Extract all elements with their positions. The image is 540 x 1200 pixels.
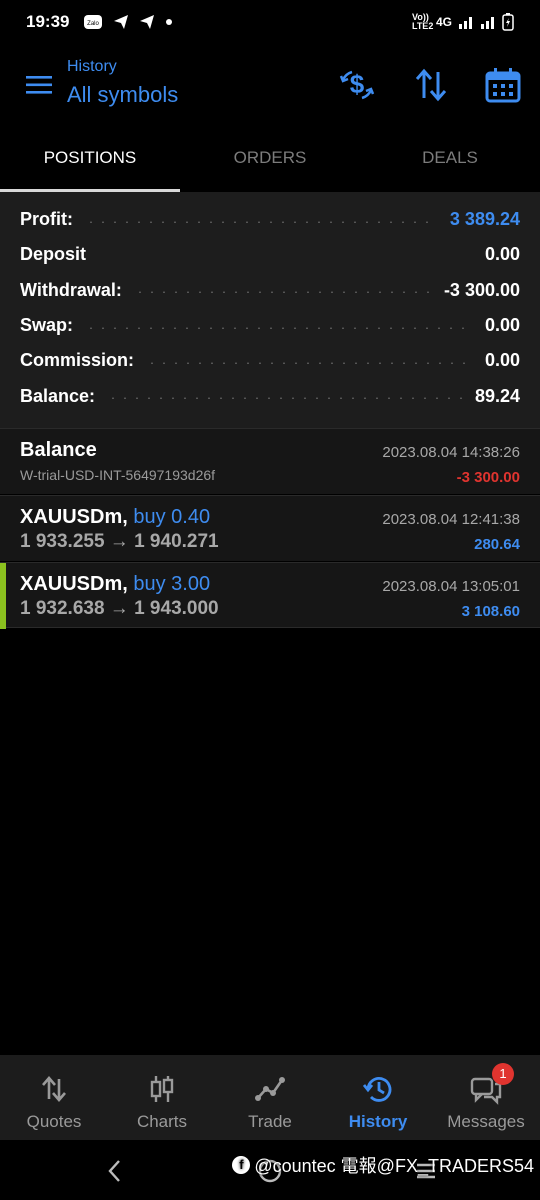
position-profit: 3 108.60 <box>461 603 520 620</box>
zalo-icon: Zalo <box>84 15 103 29</box>
dot-icon <box>166 19 173 25</box>
nav-label: Quotes <box>26 1112 82 1131</box>
deal-amount: -3 300.00 <box>456 469 520 486</box>
summary-row-swap: Swap: 0.00 <box>0 308 540 343</box>
calendar-icon[interactable] <box>484 66 522 104</box>
position-prices: 1 932.638 → 1 943.000 <box>20 598 219 619</box>
position-profit: 280.64 <box>474 536 520 553</box>
summary-label: Profit: <box>20 209 73 230</box>
nav-label: Trade <box>248 1112 292 1131</box>
status-right: Vo)) LTE2 4G <box>412 13 514 31</box>
signal-icon <box>459 17 472 29</box>
leader-dots <box>98 256 473 258</box>
summary-label: Swap: <box>20 315 74 336</box>
commission-value: 0.00 <box>484 350 520 371</box>
list-item-position[interactable]: XAUUSDm, buy 0.40 1 933.255 → 1 940.271 … <box>0 495 540 561</box>
app-header: History All symbols $ <box>0 54 540 116</box>
bottom-nav: Quotes Charts Trade History 1 Messages <box>0 1055 540 1140</box>
telegram-icon <box>140 15 155 29</box>
withdrawal-value: -3 300.00 <box>443 279 520 300</box>
telegram-icon <box>114 15 129 29</box>
signal-icon <box>481 17 494 29</box>
position-prices: 1 933.255 → 1 940.271 <box>20 531 219 552</box>
deal-comment: W-trial-USD-INT-56497193d26f <box>20 467 216 483</box>
leader-dots <box>146 361 473 364</box>
facebook-icon: f <box>232 1156 251 1174</box>
candlestick-icon <box>150 1076 174 1102</box>
nav-trade[interactable]: Trade <box>216 1055 324 1140</box>
history-clock-icon <box>362 1077 392 1102</box>
nav-history[interactable]: History <box>324 1055 432 1140</box>
list-item-position[interactable]: XAUUSDm, buy 3.00 1 932.638 → 1 943.000 … <box>0 562 540 629</box>
svg-text:$: $ <box>350 69 365 99</box>
nav-label: History <box>348 1112 408 1131</box>
summary-label: Balance: <box>20 385 96 406</box>
svg-text:Zalo: Zalo <box>88 21 100 27</box>
notification-icons: Zalo <box>83 14 173 30</box>
list-item-balance[interactable]: Balance W-trial-USD-INT-56497193d26f 202… <box>0 428 540 494</box>
dollar-exchange-icon[interactable]: $ <box>338 66 376 104</box>
leader-dots <box>107 397 463 400</box>
position-side: buy 3.00 <box>133 573 211 595</box>
leader-dots <box>133 291 432 294</box>
leader-dots <box>85 220 438 223</box>
summary-row-withdrawal: Withdrawal: -3 300.00 <box>0 273 540 308</box>
symbol-filter-title[interactable]: All symbols <box>67 82 178 108</box>
network-label: 4G <box>435 15 452 29</box>
summary-row-profit: Profit: 3 389.24 <box>0 202 540 237</box>
balance-value: 89.24 <box>474 385 520 406</box>
history-summary: Profit: 3 389.24 Deposit 0.00 Withdrawal… <box>0 192 540 428</box>
sort-icon[interactable] <box>412 66 450 104</box>
deal-time: 2023.08.04 14:38:26 <box>382 444 520 461</box>
header-subtitle: History <box>67 58 117 75</box>
position-time: 2023.08.04 13:05:01 <box>382 578 520 595</box>
summary-row-commission: Commission: 0.00 <box>0 343 540 378</box>
position-symbol-line: XAUUSDm, buy 3.00 <box>20 573 210 596</box>
watermark: f @countec 電報@FX_TRADERS54 <box>232 1152 534 1178</box>
nav-label: Messages <box>447 1112 525 1131</box>
swap-value: 0.00 <box>484 315 520 336</box>
trade-line-icon <box>255 1077 285 1101</box>
unread-badge: 1 <box>492 1063 514 1085</box>
summary-label: Deposit <box>20 244 87 265</box>
summary-row-deposit: Deposit 0.00 <box>0 237 540 272</box>
position-time: 2023.08.04 12:41:38 <box>382 511 520 528</box>
tab-orders[interactable]: ORDERS <box>180 128 360 192</box>
leader-dots <box>85 326 473 329</box>
summary-label: Withdrawal: <box>20 279 122 300</box>
back-icon[interactable] <box>102 1158 128 1184</box>
watermark-text: @countec 電報@FX_TRADERS54 <box>254 1156 534 1176</box>
tab-deals[interactable]: DEALS <box>360 128 540 192</box>
nav-quotes[interactable]: Quotes <box>0 1055 108 1140</box>
summary-label: Commission: <box>20 350 135 371</box>
summary-row-balance: Balance: 89.24 <box>0 378 540 413</box>
tab-positions[interactable]: POSITIONS <box>0 128 180 192</box>
position-symbol: XAUUSDm, <box>20 573 128 595</box>
history-tabs: POSITIONS ORDERS DEALS <box>0 128 540 192</box>
nav-messages[interactable]: 1 Messages <box>432 1055 540 1140</box>
selected-marker <box>0 563 6 629</box>
position-side: buy 0.40 <box>133 506 211 528</box>
status-time: 19:39 <box>26 12 70 31</box>
position-symbol: XAUUSDm, <box>20 506 128 528</box>
header-titles[interactable]: History All symbols <box>67 58 178 108</box>
hamburger-menu-icon[interactable] <box>26 74 54 96</box>
position-symbol-line: XAUUSDm, buy 0.40 <box>20 506 210 529</box>
profit-value: 3 389.24 <box>449 209 520 230</box>
battery-icon <box>502 13 514 31</box>
deal-name: Balance <box>20 439 97 461</box>
nav-label: Charts <box>136 1112 188 1131</box>
status-bar: 19:39 Zalo Vo)) LTE2 4G <box>0 0 540 44</box>
volte-label: Vo)) LTE2 <box>411 12 434 31</box>
deposit-value: 0.00 <box>484 244 520 265</box>
quotes-arrows-icon <box>42 1076 66 1102</box>
nav-charts[interactable]: Charts <box>108 1055 216 1140</box>
